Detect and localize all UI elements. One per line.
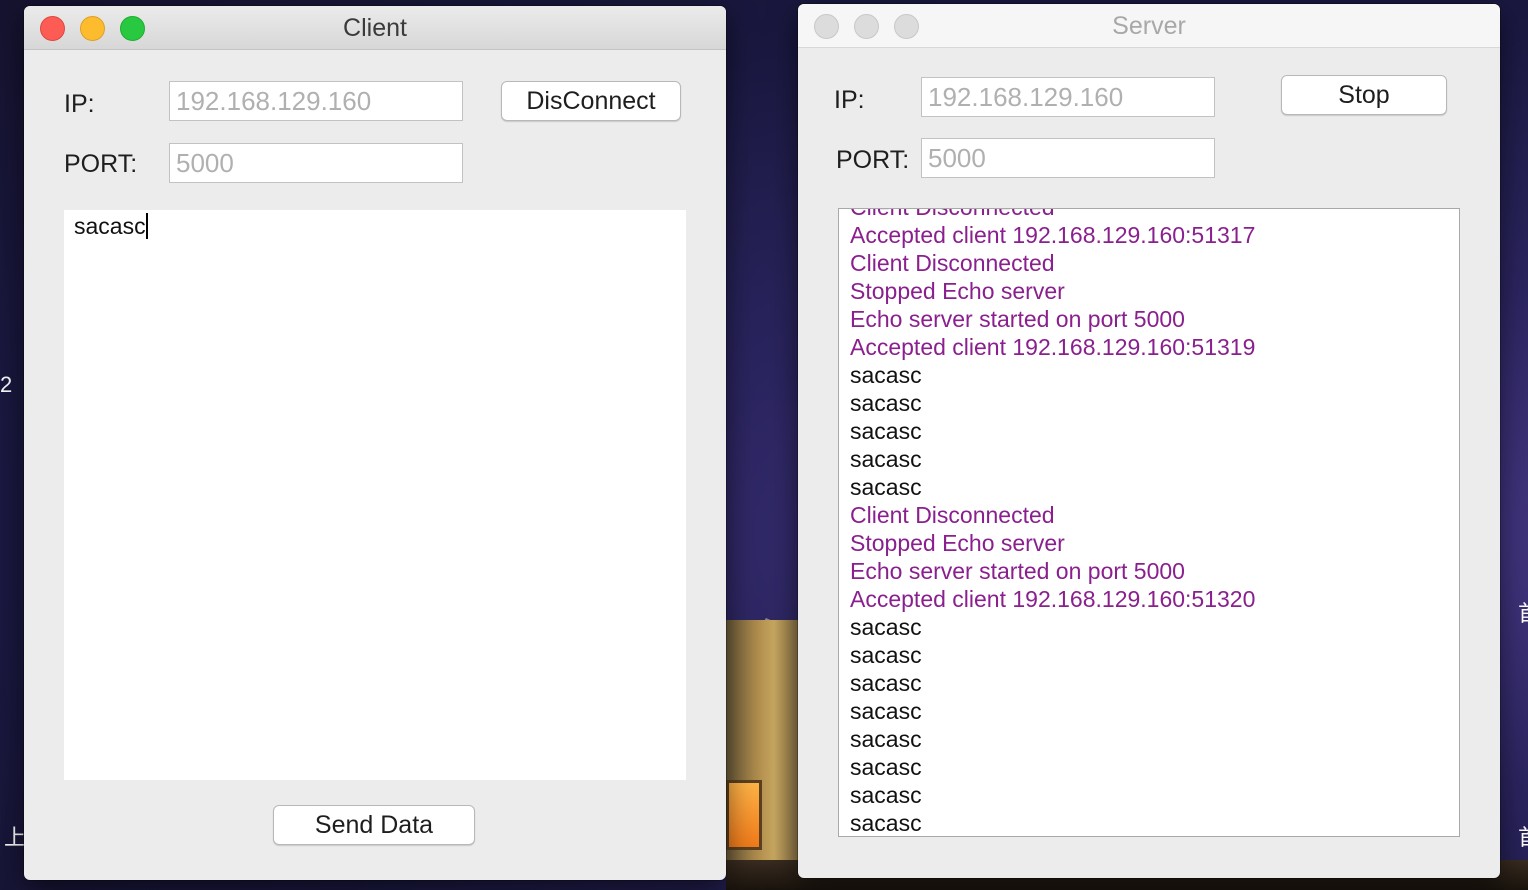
log-line: Accepted client 192.168.129.160:51320 xyxy=(850,586,1256,612)
log-line: Accepted client 192.168.129.160:51317 xyxy=(850,222,1256,248)
log-line: Stopped Echo server xyxy=(850,530,1065,556)
server-titlebar[interactable]: Server xyxy=(798,4,1500,48)
log-line: sacasc xyxy=(850,642,922,668)
log-line: sacasc xyxy=(850,390,922,416)
log-line: sacasc xyxy=(850,754,922,780)
log-line: sacasc xyxy=(850,418,922,444)
log-line: sacasc xyxy=(850,614,922,640)
log-line: sacasc xyxy=(850,782,922,808)
window-title: Server xyxy=(1112,12,1186,40)
ip-field[interactable]: 192.168.129.160 xyxy=(169,81,463,121)
log-line: Echo server started on port 5000 xyxy=(850,306,1185,332)
server-log[interactable]: Client DisconnectedAccepted client 192.1… xyxy=(838,208,1460,837)
log-line: Accepted client 192.168.129.160:51319 xyxy=(850,334,1256,360)
text-caret xyxy=(145,213,148,239)
server-window: Server IP: 192.168.129.160 Stop PORT: 50… xyxy=(798,4,1500,878)
disconnect-button[interactable]: DisConnect xyxy=(501,81,681,121)
desktop-glyph: 首 xyxy=(1518,596,1528,628)
desktop-house-window xyxy=(726,780,762,850)
port-label: PORT: xyxy=(64,150,138,178)
log-line: Client Disconnected xyxy=(850,209,1255,221)
window-title: Client xyxy=(343,14,407,42)
port-field[interactable]: 5000 xyxy=(921,138,1215,178)
port-field[interactable]: 5000 xyxy=(169,143,463,183)
ip-label: IP: xyxy=(64,90,95,118)
log-line: sacasc xyxy=(850,698,922,724)
stop-button[interactable]: Stop xyxy=(1281,75,1447,115)
desktop-glyph: 2 xyxy=(0,372,13,397)
log-line: sacasc xyxy=(850,362,922,388)
log-line: Client Disconnected xyxy=(850,502,1055,528)
client-titlebar[interactable]: Client xyxy=(24,6,726,50)
send-data-button[interactable]: Send Data xyxy=(273,805,475,845)
log-line: sacasc xyxy=(850,446,922,472)
log-line: sacasc xyxy=(850,670,922,696)
log-lines: Client DisconnectedAccepted client 192.1… xyxy=(850,209,1256,836)
ip-label: IP: xyxy=(834,86,865,114)
log-line: sacasc xyxy=(850,726,922,752)
client-window: Client IP: 192.168.129.160 DisConnect PO… xyxy=(24,6,726,880)
log-line: Stopped Echo server xyxy=(850,278,1065,304)
message-text: sacasc xyxy=(74,213,146,239)
desktop-glyph: 首 xyxy=(1518,820,1528,852)
port-label: PORT: xyxy=(836,146,910,174)
log-line: Echo server started on port 5000 xyxy=(850,558,1185,584)
log-line: Client Disconnected xyxy=(850,250,1055,276)
log-line: sacasc xyxy=(850,810,922,836)
message-textarea[interactable]: sacasc xyxy=(64,210,686,780)
log-line: sacasc xyxy=(850,474,922,500)
desktop-glyph: 上 xyxy=(4,825,27,850)
ip-field[interactable]: 192.168.129.160 xyxy=(921,77,1215,117)
